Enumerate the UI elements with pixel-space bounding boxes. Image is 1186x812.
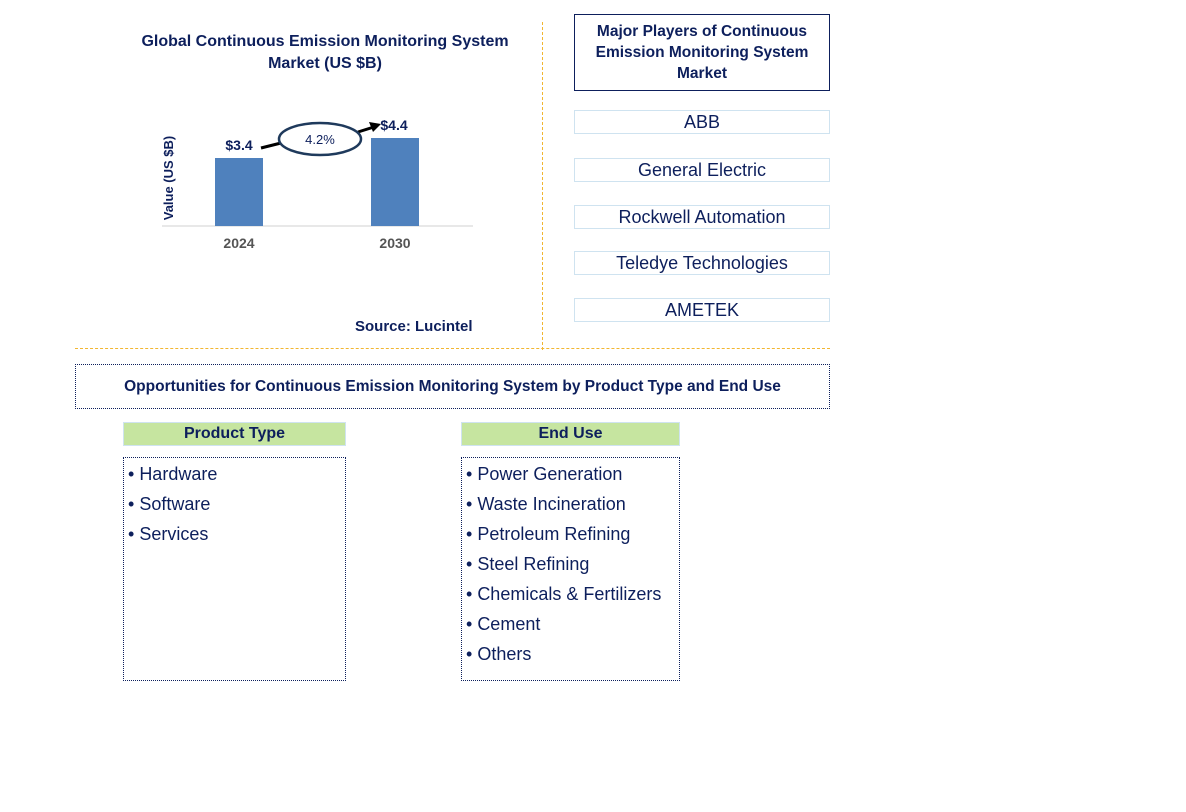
list-item: Power Generation [462, 459, 679, 489]
end-use-header: End Use [461, 422, 680, 446]
bar-chart: Value (US $B) $3.4 2024 $4.4 2030 4.2% [161, 117, 473, 251]
player-item: General Electric [574, 158, 830, 182]
list-item: Petroleum Refining [462, 519, 679, 549]
list-item: Chemicals & Fertilizers [462, 579, 679, 609]
player-item: Rockwell Automation [574, 205, 830, 229]
player-item: Teledye Technologies [574, 251, 830, 275]
bar-2024 [215, 158, 263, 226]
player-item: ABB [574, 110, 830, 134]
y-axis-label: Value (US $B) [161, 136, 176, 221]
list-item: Software [124, 489, 345, 519]
players-header: Major Players of Continuous Emission Mon… [574, 14, 830, 91]
end-use-list: Power Generation Waste Incineration Petr… [461, 457, 680, 681]
cagr-arrow-left [260, 141, 282, 150]
x-tick-label: 2030 [379, 235, 410, 251]
list-item: Cement [462, 609, 679, 639]
horizontal-divider [75, 348, 830, 349]
player-item: AMETEK [574, 298, 830, 322]
list-item: Steel Refining [462, 549, 679, 579]
source-label: Source: Lucintel [355, 318, 473, 335]
list-item: Services [124, 519, 345, 549]
data-label: $3.4 [225, 137, 252, 153]
x-tick-label: 2024 [223, 235, 254, 251]
chart-title: Global Continuous Emission Monitoring Sy… [141, 33, 509, 72]
data-label: $4.4 [380, 117, 407, 133]
cagr-label: 4.2% [305, 132, 335, 147]
list-item: Waste Incineration [462, 489, 679, 519]
vertical-divider [542, 22, 543, 350]
cagr-annotation: 4.2% [260, 121, 381, 157]
list-item: Hardware [124, 459, 345, 489]
bar-2030 [371, 138, 419, 226]
product-type-header: Product Type [123, 422, 346, 446]
product-type-list: Hardware Software Services [123, 457, 346, 681]
list-item: Others [462, 639, 679, 669]
opportunities-title: Opportunities for Continuous Emission Mo… [75, 364, 830, 409]
